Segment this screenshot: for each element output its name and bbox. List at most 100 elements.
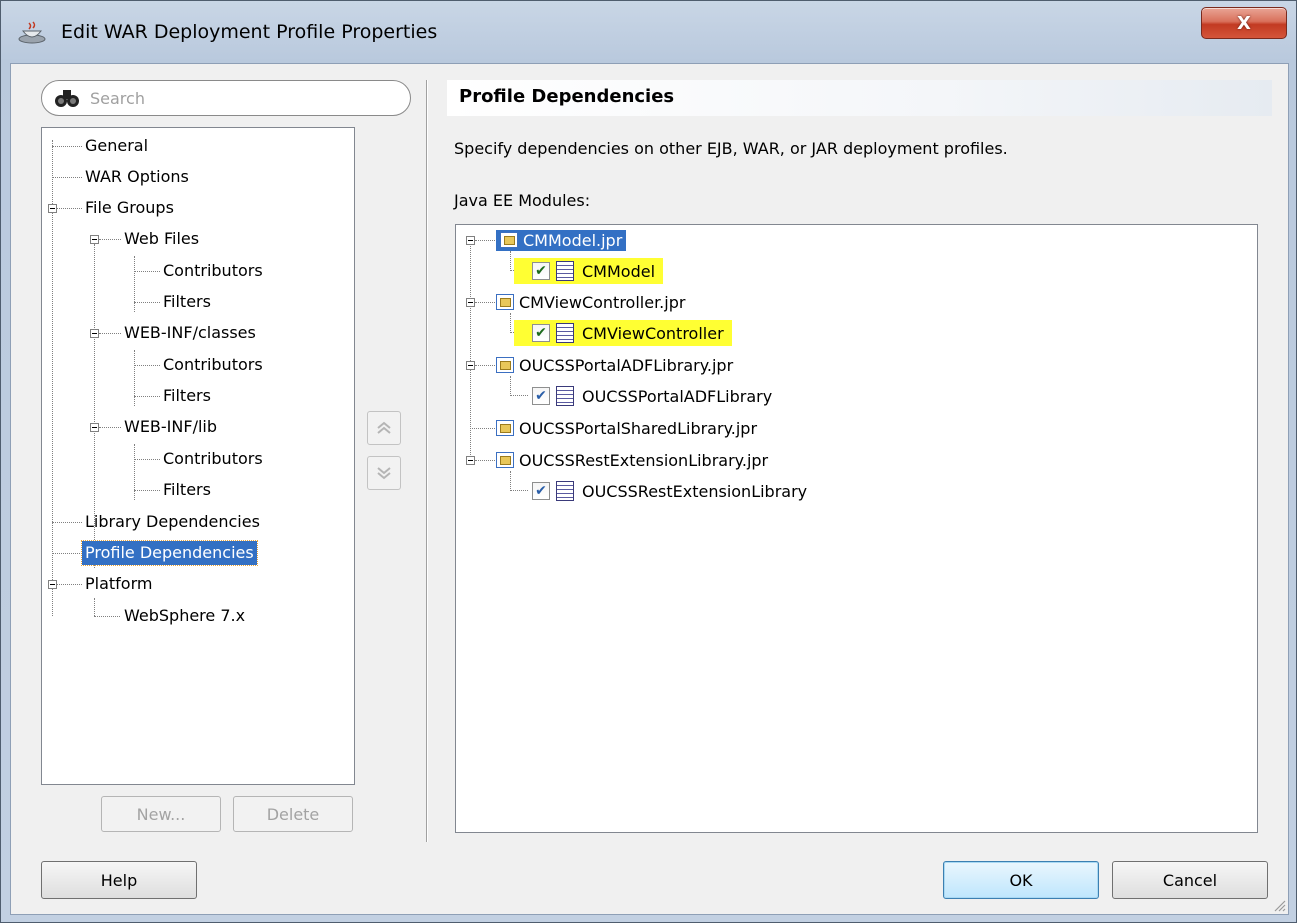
- tree-connector: [99, 333, 121, 334]
- close-button[interactable]: X: [1201, 7, 1287, 39]
- checkbox-checked-icon[interactable]: ✔: [532, 262, 550, 280]
- search-input[interactable]: [90, 85, 390, 111]
- double-chevron-up-icon: [377, 421, 391, 434]
- collapse-icon[interactable]: [90, 423, 99, 432]
- tree-item-filters[interactable]: Filters: [160, 384, 214, 408]
- module-project-row[interactable]: CMViewController.jpr: [496, 289, 685, 315]
- tree-connector: [134, 444, 135, 500]
- tree-connector: [134, 459, 160, 460]
- module-profile-label: CMModel: [582, 261, 656, 281]
- ok-button[interactable]: OK: [943, 861, 1099, 899]
- tree-item-filters[interactable]: Filters: [160, 478, 214, 502]
- tree-connector: [510, 490, 528, 491]
- checkbox-checked-icon[interactable]: ✔: [532, 387, 550, 405]
- panel-divider[interactable]: [426, 80, 428, 842]
- collapse-icon[interactable]: [466, 298, 475, 307]
- tree-connector: [475, 365, 495, 366]
- binoculars-icon: [55, 90, 79, 107]
- title-bar[interactable]: Edit WAR Deployment Profile Properties X: [1, 1, 1296, 63]
- profile-document-icon: [556, 386, 574, 406]
- module-project-row[interactable]: OUCSSPortalSharedLibrary.jpr: [496, 415, 757, 441]
- tree-connector: [134, 271, 160, 272]
- module-profile-row[interactable]: ✔ OUCSSPortalADFLibrary: [532, 383, 772, 409]
- module-project-selected: CMModel.jpr: [496, 229, 627, 251]
- tree-item-contributors[interactable]: Contributors: [160, 447, 266, 471]
- collapse-icon[interactable]: [466, 361, 475, 370]
- checkbox-checked-icon[interactable]: ✔: [532, 482, 550, 500]
- profile-document-icon: [556, 481, 574, 501]
- module-profile-row[interactable]: ✔ CMModel: [514, 258, 664, 284]
- tree-connector: [510, 313, 511, 331]
- cancel-button[interactable]: Cancel: [1112, 861, 1268, 899]
- module-profile-label: CMViewController: [582, 323, 724, 343]
- tree-connector: [475, 460, 495, 461]
- tree-item-war-options[interactable]: WAR Options: [82, 165, 192, 189]
- tree-connector: [99, 239, 121, 240]
- tree-connector: [52, 522, 82, 523]
- checkbox-checked-icon[interactable]: ✔: [532, 324, 550, 342]
- dialog-window: Edit WAR Deployment Profile Properties X: [0, 0, 1297, 923]
- tree-connector: [510, 395, 528, 396]
- collapse-icon[interactable]: [90, 235, 99, 244]
- module-profile-row[interactable]: ✔ OUCSSRestExtensionLibrary: [532, 478, 807, 504]
- tree-connector: [510, 471, 511, 489]
- tree-connector: [52, 553, 82, 554]
- module-project-row[interactable]: OUCSSRestExtensionLibrary.jpr: [496, 447, 768, 473]
- search-box[interactable]: [41, 80, 411, 116]
- module-project-row[interactable]: CMModel.jpr: [496, 227, 627, 253]
- panel-title: Profile Dependencies: [459, 86, 675, 107]
- tree-item-general[interactable]: General: [82, 134, 151, 158]
- dialog-body: General WAR Options File Groups Web File…: [10, 63, 1289, 915]
- tree-connector: [134, 302, 160, 303]
- tree-item-profile-dependencies[interactable]: Profile Dependencies: [81, 540, 258, 566]
- module-project-label: OUCSSRestExtensionLibrary.jpr: [519, 450, 769, 470]
- tree-item-file-groups[interactable]: File Groups: [82, 196, 177, 220]
- tree-item-web-files[interactable]: Web Files: [121, 227, 202, 251]
- tree-item-contributors[interactable]: Contributors: [160, 353, 266, 377]
- project-folder-icon: [496, 420, 514, 436]
- tree-connector: [134, 365, 160, 366]
- tree-connector: [99, 427, 121, 428]
- new-button[interactable]: New...: [101, 796, 221, 832]
- java-cup-icon: [18, 21, 46, 44]
- module-profile-label: OUCSSPortalADFLibrary: [582, 386, 773, 406]
- module-project-label: OUCSSPortalADFLibrary.jpr: [519, 355, 734, 375]
- modules-tree[interactable]: CMModel.jpr ✔ CMModel CMViewController.j…: [455, 224, 1258, 833]
- tree-item-web-inf-classes[interactable]: WEB-INF/classes: [121, 321, 259, 345]
- collapse-icon[interactable]: [466, 236, 475, 245]
- project-folder-icon: [500, 232, 518, 248]
- tree-connector: [134, 396, 160, 397]
- move-down-button[interactable]: [367, 456, 401, 490]
- tree-connector: [134, 350, 135, 406]
- project-folder-icon: [496, 452, 514, 468]
- tree-connector: [94, 616, 120, 617]
- tree-item-library-dependencies[interactable]: Library Dependencies: [82, 510, 263, 534]
- window-title: Edit WAR Deployment Profile Properties: [61, 21, 438, 43]
- tree-connector: [475, 302, 495, 303]
- delete-button[interactable]: Delete: [233, 796, 353, 832]
- tree-connector: [52, 177, 82, 178]
- collapse-icon[interactable]: [90, 329, 99, 338]
- double-chevron-down-icon: [377, 467, 391, 480]
- tree-connector: [510, 251, 511, 269]
- collapse-icon[interactable]: [466, 456, 475, 465]
- modules-label: Java EE Modules:: [454, 191, 591, 210]
- module-profile-row[interactable]: ✔ CMViewController: [514, 320, 732, 346]
- collapse-icon[interactable]: [48, 204, 57, 213]
- tree-item-websphere[interactable]: WebSphere 7.x: [121, 604, 248, 628]
- module-profile-label: OUCSSRestExtensionLibrary: [582, 481, 808, 501]
- help-button[interactable]: Help: [41, 861, 197, 899]
- project-folder-icon: [496, 357, 514, 373]
- tree-item-web-inf-lib[interactable]: WEB-INF/lib: [121, 415, 220, 439]
- tree-item-filters[interactable]: Filters: [160, 290, 214, 314]
- project-folder-icon: [496, 294, 514, 310]
- tree-item-contributors[interactable]: Contributors: [160, 259, 266, 283]
- tree-connector: [134, 256, 135, 312]
- resize-grip-icon[interactable]: [1272, 898, 1286, 912]
- collapse-icon[interactable]: [48, 580, 57, 589]
- module-project-row[interactable]: OUCSSPortalADFLibrary.jpr: [496, 352, 733, 378]
- move-up-button[interactable]: [367, 411, 401, 445]
- navigation-tree[interactable]: General WAR Options File Groups Web File…: [41, 127, 355, 785]
- profile-document-icon: [556, 323, 574, 343]
- tree-item-platform[interactable]: Platform: [82, 572, 155, 596]
